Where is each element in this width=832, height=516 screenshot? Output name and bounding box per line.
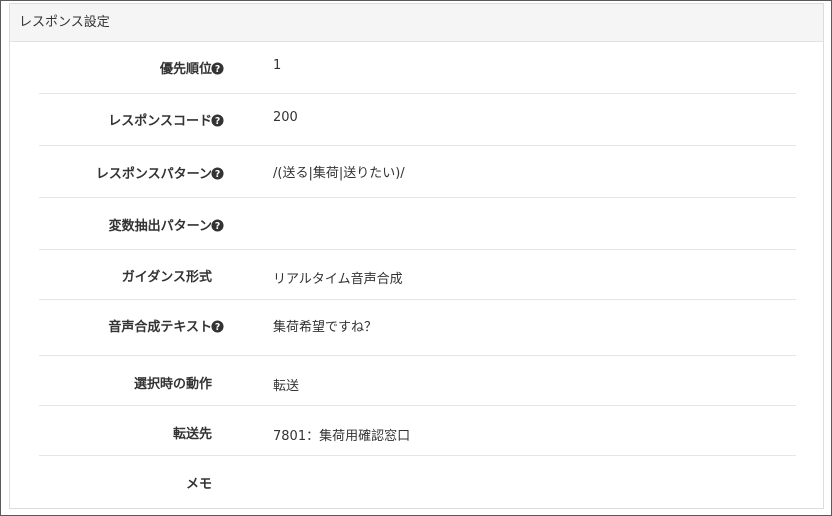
setting-label: 優先順位: [159, 62, 212, 77]
setting-label: ガイダンス形式: [121, 270, 212, 285]
setting-value: 7801：集荷用確認窓口: [273, 429, 411, 444]
setting-row-response-pattern: レスポンスパターン ? /(送る|集荷|送りたい)/: [39, 146, 796, 198]
setting-label: 変数抽出パターン: [108, 219, 212, 234]
setting-row-transfer-target: 転送先 7801：集荷用確認窓口: [39, 406, 796, 456]
svg-text:?: ?: [215, 322, 220, 333]
svg-text:?: ?: [215, 169, 220, 180]
question-circle-icon[interactable]: ?: [211, 219, 224, 232]
setting-label: レスポンスパターン: [95, 167, 212, 182]
setting-row-priority: 優先順位 ? 1: [39, 42, 796, 94]
svg-text:?: ?: [215, 221, 220, 232]
setting-value: 集荷希望ですね？: [273, 320, 378, 335]
panel-title: レスポンス設定: [10, 4, 823, 42]
setting-row-variable-pattern: 変数抽出パターン ?: [39, 198, 796, 250]
setting-row-memo: メモ: [39, 456, 796, 506]
setting-row-tts-text: 音声合成テキスト ? 集荷希望ですね？: [39, 300, 796, 356]
setting-row-guidance-format: ガイダンス形式 リアルタイム音声合成: [39, 250, 796, 300]
question-circle-icon[interactable]: ?: [211, 167, 224, 180]
setting-label: レスポンスコード: [108, 114, 212, 129]
setting-value: 1: [273, 58, 282, 73]
setting-row-selection-action: 選択時の動作 転送: [39, 356, 796, 406]
setting-label: 選択時の動作: [133, 377, 212, 392]
setting-value: 200: [273, 110, 298, 125]
setting-label: 音声合成テキスト: [108, 320, 212, 335]
setting-label: メモ: [185, 477, 212, 492]
question-circle-icon[interactable]: ?: [211, 114, 224, 127]
question-circle-icon[interactable]: ?: [211, 320, 224, 333]
setting-row-response-code: レスポンスコード ? 200: [39, 94, 796, 146]
response-settings-panel: レスポンス設定 優先順位 ? 1 レスポンスコード ? 200 レスポンスパター…: [9, 3, 824, 509]
screenshot-frame: レスポンス設定 優先順位 ? 1 レスポンスコード ? 200 レスポンスパター…: [0, 0, 832, 516]
svg-text:?: ?: [215, 116, 220, 127]
setting-value: リアルタイム音声合成: [273, 272, 403, 287]
setting-value: /(送る|集荷|送りたい)/: [273, 166, 405, 181]
question-circle-icon[interactable]: ?: [211, 62, 224, 75]
setting-label: 転送先: [172, 427, 212, 442]
svg-text:?: ?: [215, 64, 220, 75]
setting-value: 転送: [273, 379, 300, 394]
